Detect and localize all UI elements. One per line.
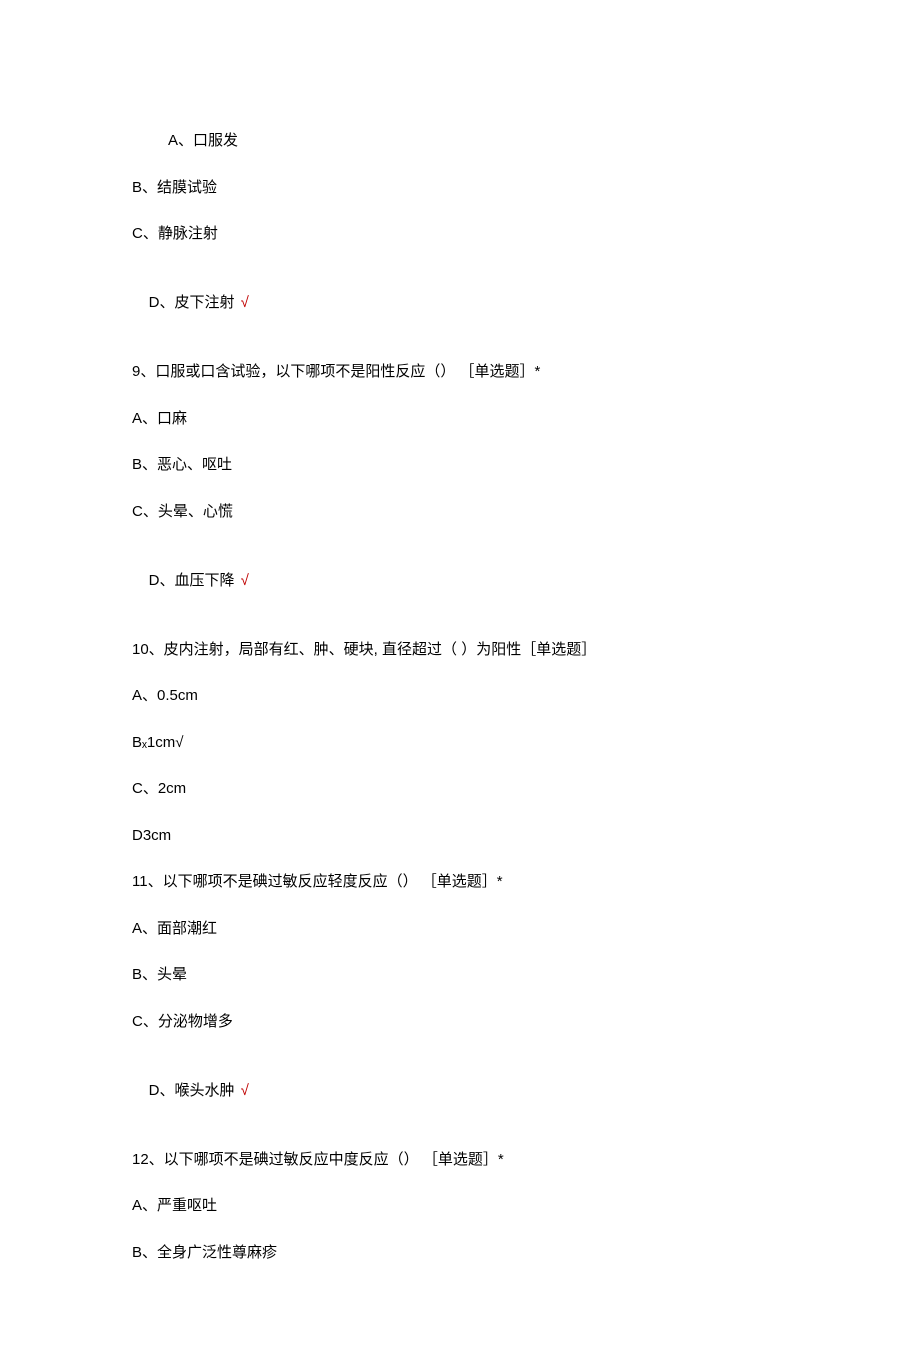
q11-option-b: B、头晕 xyxy=(132,964,788,987)
q9-option-b: B、恶心、呕吐 xyxy=(132,454,788,477)
option-c: C、静脉注射 xyxy=(132,223,788,246)
option-d: D、皮下注射 √ xyxy=(132,270,788,338)
q11-option-d-text: D、喉头水肿 xyxy=(149,1082,235,1099)
check-mark-icon: √ xyxy=(235,294,249,311)
question-9: 9、口服或口含试验，以下哪项不是阳性反应（） ［单选题］* xyxy=(132,361,788,384)
q11-option-c: C、分泌物增多 xyxy=(132,1011,788,1034)
q10-option-c: C、2cm xyxy=(132,778,788,801)
question-10: 10、皮内注射，局部有红、肿、硬块, 直径超过（ ）为阳性［单选题］ xyxy=(132,639,788,662)
question-12: 12、以下哪项不是碘过敏反应中度反应（） ［单选题］* xyxy=(132,1149,788,1172)
q9-option-c: C、头晕、心慌 xyxy=(132,501,788,524)
option-a: A、口服发 xyxy=(132,130,788,153)
q10-option-b: Bₓ1cm√ xyxy=(132,732,788,755)
q11-option-d: D、喉头水肿 √ xyxy=(132,1057,788,1125)
q11-option-a: A、面部潮红 xyxy=(132,918,788,941)
q10-option-a: A、0.5cm xyxy=(132,685,788,708)
document-page: A、口服发 B、结膜试验 C、静脉注射 D、皮下注射 √ 9、口服或口含试验，以… xyxy=(0,0,920,1368)
q9-option-d-text: D、血压下降 xyxy=(149,572,235,589)
q12-option-b: B、全身广泛性尊麻疹 xyxy=(132,1242,788,1265)
q12-option-a: A、严重呕吐 xyxy=(132,1195,788,1218)
check-mark-icon: √ xyxy=(235,1082,249,1099)
q10-option-d: D3cm xyxy=(132,825,788,848)
check-mark-icon: √ xyxy=(235,572,249,589)
question-11: 11、以下哪项不是碘过敏反应轻度反应（） ［单选题］* xyxy=(132,871,788,894)
q9-option-d: D、血压下降 √ xyxy=(132,547,788,615)
option-d-text: D、皮下注射 xyxy=(149,294,235,311)
option-b: B、结膜试验 xyxy=(132,177,788,200)
q9-option-a: A、口麻 xyxy=(132,408,788,431)
